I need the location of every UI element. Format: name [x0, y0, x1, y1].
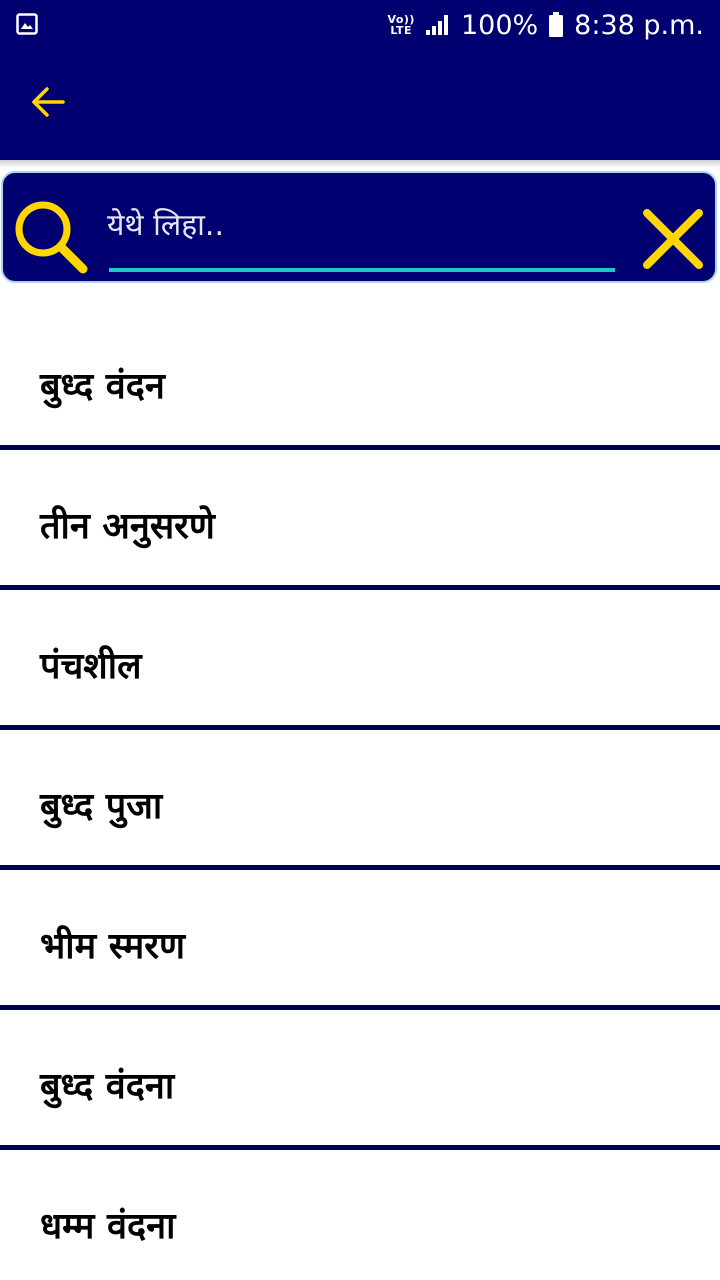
screen: Vo)) LTE 100% 8:38 p.m. येथे लिहा.. बुध्… — [0, 0, 720, 1280]
app-bar-shadow — [0, 160, 720, 168]
list-item[interactable]: बुध्द पुजा — [0, 730, 720, 870]
arrow-left-icon — [32, 87, 65, 117]
list-item[interactable]: बुध्द वंदना — [0, 1010, 720, 1150]
list-item[interactable]: बुध्द वंदन — [0, 310, 720, 450]
list-item-label: तीन अनुसरणे — [40, 506, 215, 547]
search-input[interactable] — [107, 203, 615, 247]
status-indicators: Vo)) LTE 100% 8:38 p.m. — [387, 0, 704, 50]
clear-search-button[interactable] — [633, 199, 713, 279]
status-bar: Vo)) LTE 100% 8:38 p.m. — [0, 0, 720, 50]
search-input-underline — [109, 268, 615, 272]
volte-bottom-text: LTE — [390, 24, 413, 37]
prayer-list: बुध्द वंदन तीन अनुसरणे पंचशील बुध्द पुजा… — [0, 310, 720, 1280]
list-item-label: बुध्द पुजा — [40, 786, 163, 827]
list-item[interactable]: पंचशील — [0, 590, 720, 730]
close-icon — [643, 209, 703, 269]
back-button[interactable] — [18, 72, 78, 132]
list-item-label: भीम स्मरण — [40, 926, 185, 967]
battery-percent: 100% — [460, 9, 539, 41]
volte-indicator: Vo)) LTE — [387, 14, 415, 36]
list-item-label: धम्म वंदना — [40, 1206, 176, 1247]
list-item-label: पंचशील — [40, 646, 142, 687]
list-item[interactable]: धम्म वंदना — [0, 1150, 720, 1280]
app-bar — [0, 50, 720, 160]
signal-icon — [425, 15, 448, 35]
search-icon[interactable] — [11, 197, 91, 277]
search-bar — [1, 171, 717, 283]
list-item[interactable]: भीम स्मरण — [0, 870, 720, 1010]
list-item-label: बुध्द वंदन — [40, 366, 165, 407]
clock: 8:38 p.m. — [574, 9, 704, 41]
battery-icon — [549, 12, 564, 37]
list-item-label: बुध्द वंदना — [40, 1066, 175, 1107]
image-icon — [16, 13, 38, 35]
list-item[interactable]: तीन अनुसरणे — [0, 450, 720, 590]
